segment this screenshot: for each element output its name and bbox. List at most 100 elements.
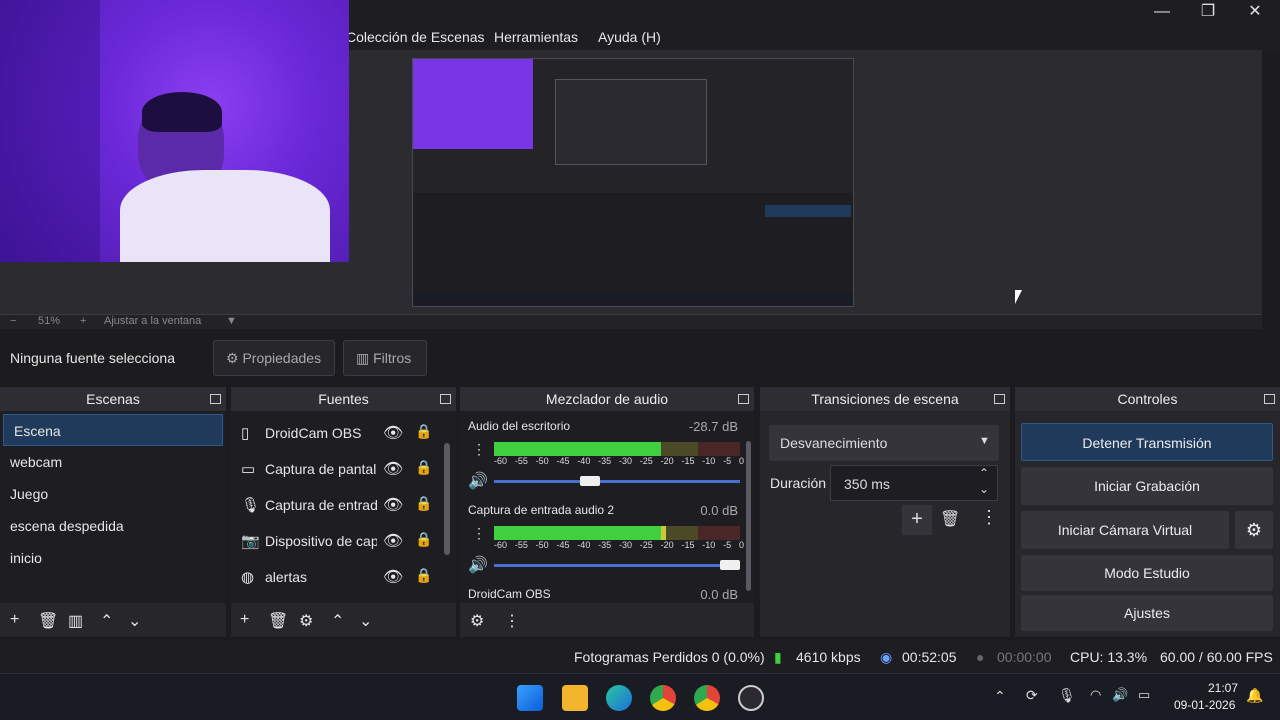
- sync-icon[interactable]: ⟳: [1026, 687, 1038, 704]
- preview-scrollbar[interactable]: [1262, 50, 1280, 327]
- down-arrow-icon[interactable]: ⌄: [359, 611, 372, 631]
- menu-scene-collection[interactable]: Colección de Escenas: [346, 29, 485, 45]
- filters-button[interactable]: ▥ Filtros: [343, 340, 427, 376]
- scene-item[interactable]: escena despedida: [0, 510, 226, 542]
- filter-icon[interactable]: ▥: [68, 611, 83, 631]
- meter-segment: [494, 442, 661, 456]
- add-icon[interactable]: +: [902, 505, 932, 535]
- undock-icon[interactable]: [440, 394, 451, 404]
- down-arrow-icon[interactable]: ⌄: [128, 611, 141, 631]
- chevron-up-icon[interactable]: ⌃: [994, 688, 1006, 705]
- scene-item[interactable]: Escena: [3, 414, 223, 446]
- source-item[interactable]: ◍ alertas 👁 🔒: [231, 559, 446, 595]
- eye-icon[interactable]: 👁: [383, 459, 403, 479]
- stop-stream-button[interactable]: Detener Transmisión: [1021, 423, 1273, 461]
- clock-date[interactable]: 09-01-2026: [1174, 698, 1235, 712]
- menu-help[interactable]: Ayuda (H): [598, 29, 661, 45]
- chevron-up-icon[interactable]: ⌃: [979, 466, 989, 480]
- lock-icon[interactable]: 🔒: [415, 495, 432, 512]
- kebab-icon[interactable]: ⋮: [504, 611, 520, 631]
- trash-icon[interactable]: 🗑: [268, 611, 288, 631]
- edge-icon[interactable]: [606, 685, 632, 711]
- start-recording-button[interactable]: Iniciar Grabación: [1021, 467, 1273, 505]
- scene-item[interactable]: webcam: [0, 446, 226, 478]
- chevron-down-icon[interactable]: ▼: [226, 315, 237, 327]
- studio-mode-button[interactable]: Modo Estudio: [1021, 555, 1273, 591]
- up-arrow-icon[interactable]: ⌃: [331, 611, 344, 631]
- volume-fader[interactable]: [494, 560, 740, 570]
- source-item[interactable]: ▭ Captura de pantall 👁 🔒: [231, 451, 446, 487]
- menu-tools[interactable]: Herramientas: [494, 29, 578, 45]
- settings-button[interactable]: Ajustes: [1021, 595, 1273, 631]
- fader-knob[interactable]: [580, 476, 600, 486]
- gear-icon[interactable]: ⚙: [299, 611, 313, 631]
- chevron-down-icon[interactable]: ⌄: [979, 482, 989, 496]
- undock-icon[interactable]: [1264, 394, 1275, 404]
- mixer-scrollbar[interactable]: [746, 441, 751, 591]
- eye-icon[interactable]: 👁: [383, 531, 403, 551]
- lock-icon[interactable]: 🔒: [415, 567, 432, 584]
- source-label: Dispositivo de capt: [265, 533, 377, 549]
- volume-fader[interactable]: [494, 476, 740, 486]
- chrome-profile-icon[interactable]: [694, 685, 720, 711]
- eye-icon[interactable]: 👁: [383, 423, 403, 443]
- fader-knob[interactable]: [720, 560, 740, 570]
- kebab-icon[interactable]: ⋮: [472, 525, 486, 542]
- speaker-icon[interactable]: 🔊: [468, 555, 488, 575]
- sources-title: Fuentes: [231, 387, 456, 411]
- mixer-channel-db: -28.7 dB: [688, 419, 738, 434]
- eye-icon[interactable]: 👁: [383, 495, 403, 515]
- taskbar: ⌃ ⟳ 🎙 ◠ 🔊 ▭ 21:07 09-01-2026 🔔: [0, 673, 1280, 720]
- speaker-icon[interactable]: 🔊: [468, 471, 488, 491]
- transition-select[interactable]: Desvanecimiento ▼: [769, 425, 999, 461]
- add-icon[interactable]: +: [240, 611, 249, 629]
- scene-item[interactable]: inicio: [0, 542, 226, 574]
- maximize-button[interactable]: ❐: [1185, 2, 1231, 24]
- windows-start-icon[interactable]: [517, 685, 543, 711]
- add-icon[interactable]: +: [10, 611, 19, 629]
- sources-scrollbar[interactable]: [444, 443, 450, 555]
- lock-icon[interactable]: 🔒: [415, 423, 432, 440]
- zoom-in-button[interactable]: +: [80, 315, 86, 327]
- undock-icon[interactable]: [210, 394, 221, 404]
- scale-tick: -20: [660, 540, 674, 550]
- undock-icon[interactable]: [738, 394, 749, 404]
- kebab-icon[interactable]: ⋮: [980, 507, 998, 528]
- document-icon: ▯: [241, 425, 250, 442]
- battery-icon[interactable]: ▭: [1138, 687, 1150, 703]
- gear-icon[interactable]: ⚙: [470, 611, 484, 631]
- source-item[interactable]: 📷 Dispositivo de capt 👁 🔒: [231, 523, 446, 559]
- source-item[interactable]: ▯ DroidCam OBS 👁 🔒: [231, 415, 446, 451]
- notification-icon[interactable]: 🔔: [1246, 687, 1263, 704]
- eye-icon[interactable]: 👁: [383, 567, 403, 587]
- source-item[interactable]: 🎙 Captura de entrad 👁 🔒: [231, 487, 446, 523]
- minimize-button[interactable]: —: [1139, 2, 1185, 24]
- up-arrow-icon[interactable]: ⌃: [100, 611, 113, 631]
- level-meter: [494, 442, 740, 456]
- scale-tick: -5: [723, 456, 732, 466]
- file-explorer-icon[interactable]: [562, 685, 588, 711]
- lock-icon[interactable]: 🔒: [415, 531, 432, 548]
- scale-tick: 0: [738, 456, 744, 466]
- microphone-icon[interactable]: 🎙: [1058, 687, 1076, 704]
- preview-canvas[interactable]: [412, 58, 854, 307]
- duration-input[interactable]: 350 ms ⌃ ⌄: [830, 465, 998, 501]
- fit-window-label[interactable]: Ajustar a la ventana: [104, 315, 201, 327]
- kebab-icon[interactable]: ⋮: [472, 441, 486, 458]
- properties-button[interactable]: ⚙ Propiedades: [213, 340, 335, 376]
- trash-icon[interactable]: 🗑: [38, 611, 58, 631]
- chrome-icon[interactable]: [650, 685, 676, 711]
- gear-icon[interactable]: ⚙: [1235, 511, 1273, 549]
- trash-icon[interactable]: 🗑: [940, 509, 960, 529]
- scene-item[interactable]: Juego: [0, 478, 226, 510]
- undock-icon[interactable]: [994, 394, 1005, 404]
- obs-icon[interactable]: [738, 685, 764, 711]
- record-icon: ●: [976, 649, 985, 665]
- virtual-camera-button[interactable]: Iniciar Cámara Virtual: [1021, 511, 1229, 549]
- zoom-out-button[interactable]: −: [10, 315, 16, 327]
- clock-time[interactable]: 21:07: [1208, 681, 1238, 695]
- close-button[interactable]: ✕: [1232, 2, 1278, 24]
- wifi-icon[interactable]: ◠: [1090, 687, 1101, 703]
- volume-icon[interactable]: 🔊: [1112, 687, 1128, 703]
- lock-icon[interactable]: 🔒: [415, 459, 432, 476]
